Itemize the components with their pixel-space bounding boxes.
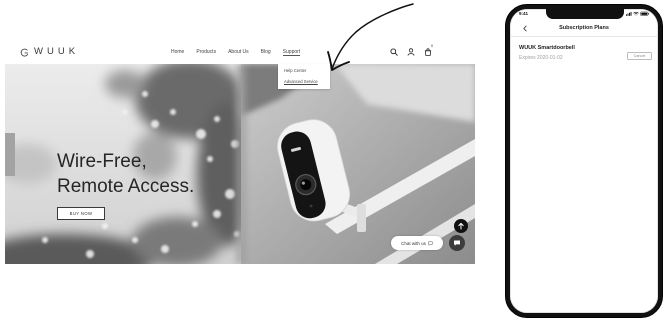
cart-count-badge: 0: [431, 44, 433, 48]
screen-title: Subscription Plans: [559, 25, 609, 31]
phone-screen: 9:41 Subscription Plans WUUK Smartdoorbe…: [510, 9, 658, 313]
hero-banner: Wire-Free, Remote Access. BUY NOW Chat w…: [5, 64, 475, 264]
wifi-icon: [633, 11, 639, 16]
hero-headline: Wire-Free, Remote Access.: [57, 149, 194, 199]
chat-with-us-label: Chat with us: [401, 240, 426, 246]
title-divider: [510, 36, 658, 37]
nav-item-about-us[interactable]: About Us: [228, 49, 249, 56]
signal-icon: [626, 12, 632, 16]
nav-item-products[interactable]: Products: [196, 49, 216, 56]
side-promo-tab[interactable]: [5, 133, 15, 176]
scroll-to-top-button[interactable]: [454, 219, 468, 233]
plan-name: WUUK Smartdoorbell: [519, 45, 575, 51]
main-nav: Home Products About Us Blog Support: [171, 49, 301, 56]
phone-mockup: 9:41 Subscription Plans WUUK Smartdoorbe…: [505, 4, 663, 318]
site-header: WUUK Home Products About Us Blog Support…: [5, 40, 475, 64]
user-icon[interactable]: [407, 48, 415, 56]
nav-item-support[interactable]: Support: [282, 49, 301, 56]
cancel-label: Cancel: [633, 54, 646, 58]
chat-launcher-button[interactable]: [449, 235, 465, 251]
chat-launcher-icon: [454, 240, 460, 246]
cancel-subscription-button[interactable]: Cancel: [627, 52, 652, 60]
chat-bubble-icon: [428, 241, 433, 246]
site-logo[interactable]: WUUK: [20, 47, 79, 57]
phone-notch: [546, 9, 624, 19]
nav-item-home[interactable]: Home: [171, 49, 184, 56]
buy-now-label: BUY NOW: [69, 211, 93, 216]
plan-expiry: Expires 2020-01-02: [519, 55, 563, 61]
wuuk-logo-mark-icon: [20, 48, 29, 56]
menu-item-help-center[interactable]: Help Center: [284, 68, 306, 73]
cart-icon[interactable]: [424, 48, 432, 56]
status-bar-icons: [626, 11, 650, 16]
menu-item-advanced-service[interactable]: Advanced Service: [284, 79, 318, 84]
hero-headline-line-1: Wire-Free,: [57, 151, 147, 172]
status-time: 9:41: [519, 11, 529, 16]
hero-headline-line-2: Remote Access.: [57, 176, 195, 197]
chat-with-us-button[interactable]: Chat with us: [391, 236, 443, 250]
website-screenshot: WUUK Home Products About Us Blog Support…: [5, 40, 475, 264]
battery-icon: [640, 11, 650, 16]
nav-item-blog[interactable]: Blog: [261, 49, 271, 56]
logo-text: WUUK: [34, 46, 80, 57]
buy-now-button[interactable]: BUY NOW: [57, 207, 105, 220]
support-dropdown-menu: Help Center Advanced Service: [278, 64, 330, 89]
arrow-up-icon: [458, 222, 464, 230]
search-icon[interactable]: [390, 48, 398, 56]
